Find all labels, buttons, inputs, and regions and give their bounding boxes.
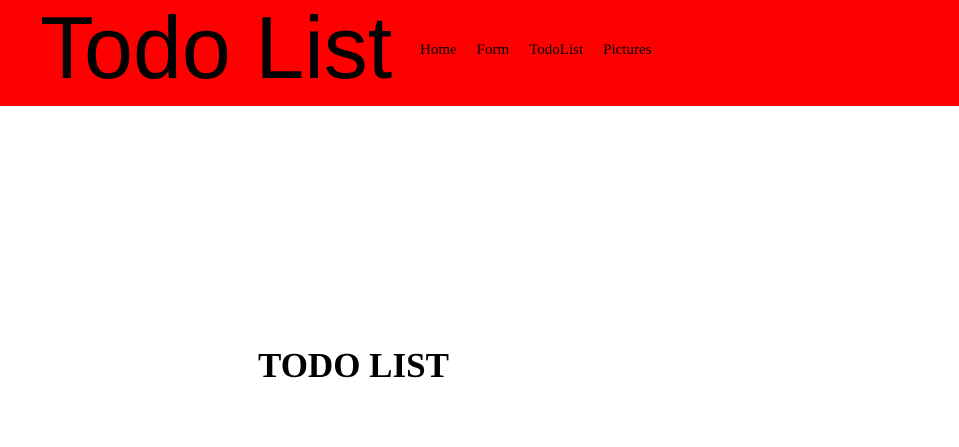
nav-link-todolist[interactable]: TodoList (529, 40, 583, 60)
nav-link-form[interactable]: Form (477, 40, 510, 60)
page-heading: TODO LIST (258, 346, 449, 385)
site-header: Todo List Home Form TodoList Pictures (0, 0, 959, 106)
nav-link-pictures[interactable]: Pictures (603, 40, 651, 60)
nav-link-home[interactable]: Home (420, 40, 457, 60)
brand-title: Todo List (40, 0, 393, 97)
main-nav: Home Form TodoList Pictures (420, 40, 651, 60)
